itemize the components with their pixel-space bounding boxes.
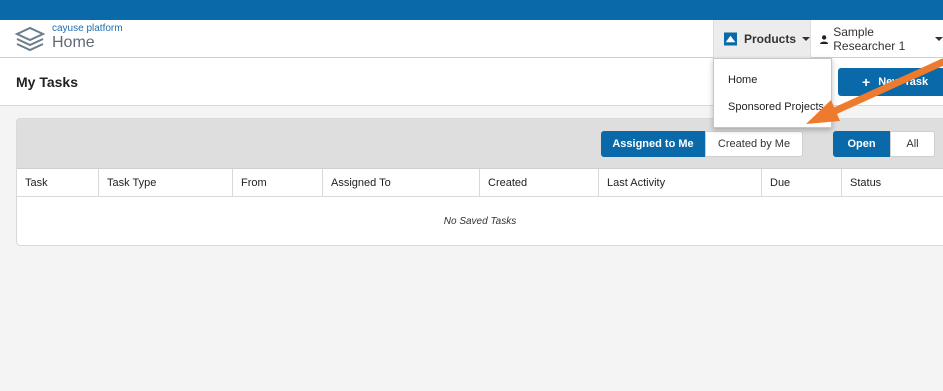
menu-item-home[interactable]: Home [728,74,757,86]
filter-assigned-to-me[interactable]: Assigned to Me [601,131,705,157]
new-task-button[interactable]: + New Task [838,68,943,96]
products-label: Products [743,32,796,46]
filter-all[interactable]: All [890,131,935,157]
tasks-panel: Assigned to Me Created by Me Open All Ta… [16,118,943,246]
column-header-assigned-to[interactable]: Assigned To [323,169,480,197]
page-title: My Tasks [16,74,78,90]
user-menu-button[interactable]: Sample Researcher 1 [820,20,943,58]
filter-open[interactable]: Open [833,131,890,157]
user-name: Sample Researcher 1 [833,25,906,53]
empty-state-message: No Saved Tasks [443,215,517,227]
menu-item-sponsored-projects[interactable]: Sponsored Projects [728,101,824,113]
column-header-task[interactable]: Task [17,169,99,197]
new-task-label: New Task [878,76,929,88]
tasks-table-header: Task Task Type From Assigned To Created … [17,169,943,197]
products-menu-button[interactable]: Products [713,20,811,58]
user-icon [820,34,829,44]
filter-created-by-me[interactable]: Created by Me [705,131,803,157]
column-header-created[interactable]: Created [480,169,599,197]
brand-subtitle: cayuse platform [52,23,123,34]
brand-title: Home [52,34,95,51]
caret-down-icon [935,37,943,41]
column-header-last-activity[interactable]: Last Activity [599,169,762,197]
caret-down-icon [802,37,810,41]
cayuse-logo-icon[interactable] [14,25,46,53]
brand[interactable]: cayuse platform Home [52,24,123,51]
column-header-status[interactable]: Status [842,169,943,197]
top-accent-bar [0,0,943,20]
app-header: cayuse platform Home Products Sample Res… [0,20,943,58]
column-header-task-type[interactable]: Task Type [99,169,233,197]
products-icon [724,32,737,46]
column-header-from[interactable]: From [233,169,323,197]
products-dropdown-menu: Home Sponsored Projects [713,58,832,128]
column-header-due[interactable]: Due [762,169,842,197]
plus-icon: + [862,74,871,90]
